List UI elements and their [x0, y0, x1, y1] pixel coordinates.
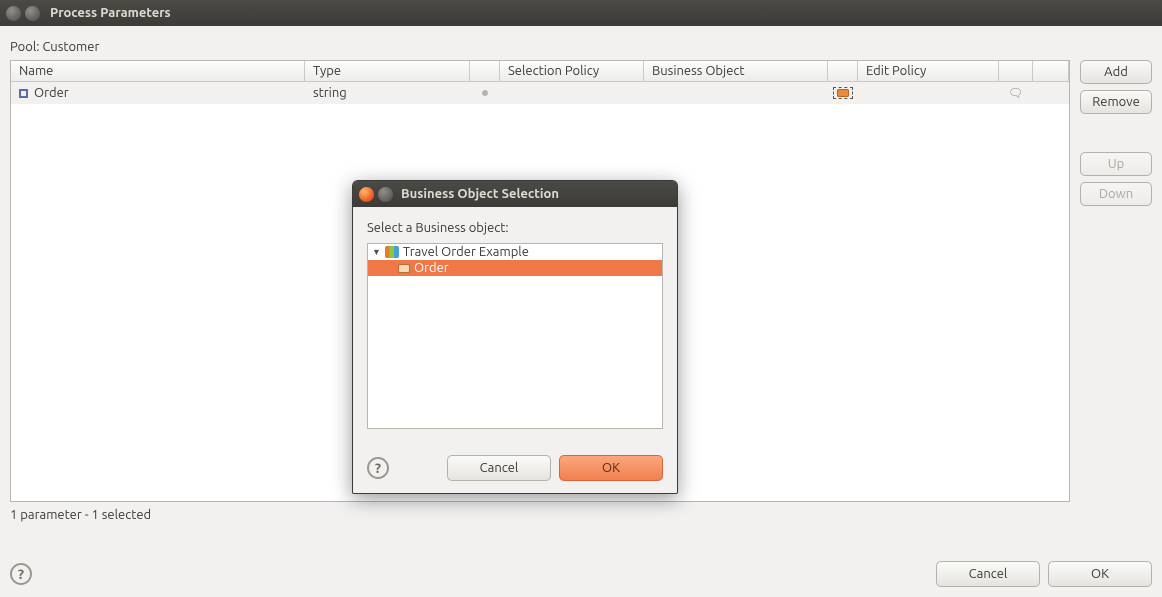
pool-label: Pool: Customer	[10, 40, 1152, 54]
down-button[interactable]: Down	[1080, 182, 1152, 206]
table-row[interactable]: Order string 🗨	[11, 82, 1069, 104]
col-header-edit-icon[interactable]	[999, 61, 1033, 82]
status-text: 1 parameter - 1 selected	[10, 508, 1152, 522]
modal-body: Select a Business object: ▼ Travel Order…	[353, 207, 677, 441]
cell-name-text: Order	[34, 86, 69, 100]
main-titlebar: Process Parameters	[0, 0, 1162, 26]
business-object-icon	[833, 87, 853, 99]
main-ok-button[interactable]: OK	[1048, 561, 1152, 587]
cell-selection-policy[interactable]	[500, 82, 644, 104]
col-header-name[interactable]: Name	[11, 61, 305, 82]
chevron-down-icon[interactable]: ▼	[372, 247, 381, 257]
tree-root-label: Travel Order Example	[403, 245, 529, 259]
col-header-type[interactable]: Type	[305, 61, 470, 82]
cell-name[interactable]: Order	[11, 82, 305, 104]
modal-title: Business Object Selection	[401, 187, 559, 201]
help-icon[interactable]: ?	[367, 457, 389, 479]
cell-edit-policy-picker[interactable]: 🗨	[999, 82, 1033, 104]
dialog-title: Process Parameters	[50, 6, 171, 20]
modal-footer: ? Cancel OK	[353, 441, 677, 493]
business-object-icon	[398, 264, 410, 273]
modal-ok-button[interactable]: OK	[559, 455, 663, 481]
table-header-row: Name Type Selection Policy Business Obje…	[11, 61, 1069, 82]
close-icon[interactable]	[6, 6, 21, 21]
package-icon	[385, 246, 399, 258]
col-header-business-object[interactable]: Business Object	[644, 61, 828, 82]
cell-type[interactable]: string	[305, 82, 470, 104]
cell-edit-policy[interactable]	[858, 82, 999, 104]
business-object-selection-dialog: Business Object Selection Select a Busin…	[352, 180, 678, 494]
col-header-selection-policy[interactable]: Selection Policy	[500, 61, 644, 82]
main-cancel-button[interactable]: Cancel	[936, 561, 1040, 587]
parameter-icon	[19, 89, 28, 98]
titlebar-buttons	[6, 6, 40, 21]
tree-root[interactable]: ▼ Travel Order Example	[368, 244, 662, 260]
tree-item-order[interactable]: Order	[368, 260, 662, 276]
modal-prompt: Select a Business object:	[367, 221, 663, 235]
minimize-icon[interactable]	[25, 6, 40, 21]
cell-type-picker[interactable]	[470, 82, 500, 104]
speech-bubble-icon: 🗨	[1008, 86, 1023, 100]
cell-business-object[interactable]	[644, 82, 828, 104]
close-icon[interactable]	[359, 187, 374, 202]
modal-cancel-button[interactable]: Cancel	[447, 455, 551, 481]
modal-titlebar: Business Object Selection	[353, 181, 677, 207]
dot-icon	[482, 90, 488, 96]
tree-item-label: Order	[414, 261, 449, 275]
cell-filler	[1033, 82, 1069, 104]
add-button[interactable]: Add	[1080, 60, 1152, 84]
remove-button[interactable]: Remove	[1080, 90, 1152, 114]
up-button[interactable]: Up	[1080, 152, 1152, 176]
main-footer: ? Cancel OK	[10, 549, 1152, 587]
col-header-business-object-icon[interactable]	[828, 61, 858, 82]
help-icon[interactable]: ?	[10, 563, 32, 585]
minimize-icon[interactable]	[378, 187, 393, 202]
col-header-edit-policy[interactable]: Edit Policy	[858, 61, 999, 82]
business-object-tree[interactable]: ▼ Travel Order Example Order	[367, 243, 663, 429]
col-header-filler	[1033, 61, 1069, 82]
col-header-type-icon[interactable]	[470, 61, 500, 82]
cell-business-object-picker[interactable]	[828, 82, 858, 104]
side-buttons: Add Remove Up Down	[1080, 60, 1152, 206]
